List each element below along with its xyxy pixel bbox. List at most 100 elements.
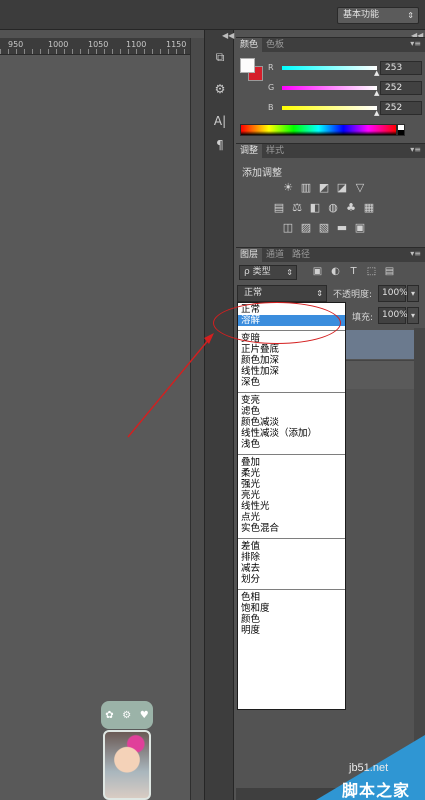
properties-icon[interactable]: ⚙ <box>211 80 229 98</box>
ruler-tick: 1100 <box>126 40 147 49</box>
blend-mode-item[interactable]: 线性光 <box>238 501 345 512</box>
blend-mode-item[interactable]: 颜色 <box>238 614 345 625</box>
blend-mode-item[interactable]: 点光 <box>238 512 345 523</box>
canvas-scrollbar[interactable] <box>190 38 204 800</box>
ruler-tick: 1050 <box>88 40 109 49</box>
blend-mode-item[interactable]: 明度 <box>238 625 345 636</box>
collapse-dock-arrow-icon[interactable]: ◀◀ <box>222 31 234 40</box>
workspace-label: 基本功能 <box>343 10 380 20</box>
color-spectrum[interactable] <box>240 124 397 136</box>
blend-mode-item[interactable]: 排除 <box>238 552 345 563</box>
blend-mode-value: 正常 <box>244 288 263 298</box>
blue-value-field[interactable]: 252 <box>380 101 422 115</box>
document-canvas[interactable] <box>0 55 190 800</box>
tab-paths[interactable]: 路径 <box>288 248 314 262</box>
layers-scrollbar[interactable] <box>414 328 425 788</box>
blend-mode-item[interactable]: 差值 <box>238 541 345 552</box>
shirt-icon[interactable]: ✿ <box>105 710 113 721</box>
history-icon[interactable]: ⧉ <box>211 48 229 66</box>
blend-mode-item[interactable]: 实色混合 <box>238 523 345 534</box>
heart-icon[interactable]: ♥ <box>140 710 149 721</box>
hue-saturation-icon[interactable]: ▤ <box>272 200 287 215</box>
paragraph-icon[interactable]: ¶ <box>211 136 229 154</box>
panel-menu-icon[interactable]: ▾≡ <box>410 249 421 258</box>
exposure-icon[interactable]: ◪ <box>335 180 350 195</box>
fill-field[interactable]: 100% <box>378 307 408 324</box>
gear-icon[interactable]: ⚙ <box>122 710 131 721</box>
blend-mode-item[interactable]: 柔光 <box>238 468 345 479</box>
fill-dropdown-icon[interactable]: ▾ <box>407 307 419 324</box>
green-slider[interactable] <box>282 86 377 90</box>
tab-adjustments[interactable]: 调整 <box>236 144 263 158</box>
threshold-icon[interactable]: ▧ <box>317 220 332 235</box>
opacity-dropdown-icon[interactable]: ▾ <box>407 285 419 302</box>
opacity-label: 不透明度: <box>333 290 373 300</box>
character-icon[interactable]: A| <box>211 112 229 130</box>
panel-menu-icon[interactable]: ▾≡ <box>410 39 421 48</box>
invert-icon[interactable]: ◫ <box>281 220 296 235</box>
gradient-map-icon[interactable]: ▬ <box>335 220 350 235</box>
layer-row-selected[interactable] <box>346 330 414 359</box>
slider-knob-icon[interactable]: ▲ <box>374 109 379 117</box>
slider-knob-icon[interactable]: ▲ <box>374 89 379 97</box>
type-filter-icon[interactable]: T <box>347 265 360 279</box>
blend-mode-item[interactable]: 滤色 <box>238 406 345 417</box>
posterize-icon[interactable]: ▨ <box>299 220 314 235</box>
blue-channel-row: B ▲ 252 <box>268 101 422 117</box>
collapsed-panel-dock: ⧉ ⚙ A| ¶ <box>204 30 234 800</box>
layer-kind-select[interactable]: ρ 类型 ⇕ <box>239 265 297 280</box>
black-white-ramp[interactable] <box>397 124 405 136</box>
blend-mode-item[interactable]: 正片叠底 <box>238 344 345 355</box>
color-lookup-icon[interactable]: ▦ <box>362 200 377 215</box>
blend-mode-item[interactable]: 颜色减淡 <box>238 417 345 428</box>
green-value-field[interactable]: 252 <box>380 81 422 95</box>
adjustment-filter-icon[interactable]: ◐ <box>329 265 342 279</box>
workspace-select[interactable]: 基本功能 ⇕ <box>337 7 419 24</box>
blend-mode-item[interactable]: 亮光 <box>238 490 345 501</box>
opacity-field[interactable]: 100% <box>378 285 408 302</box>
pixel-filter-icon[interactable]: ▣ <box>311 265 324 279</box>
blend-mode-item[interactable]: 叠加 <box>238 457 345 468</box>
blend-mode-item[interactable]: 深色 <box>238 377 345 388</box>
slider-knob-icon[interactable]: ▲ <box>374 69 379 77</box>
blend-mode-item[interactable]: 线性减淡（添加） <box>238 428 345 439</box>
tab-styles[interactable]: 样式 <box>262 144 288 158</box>
tab-layers[interactable]: 图层 <box>236 248 263 262</box>
blend-mode-item[interactable]: 线性加深 <box>238 366 345 377</box>
horizontal-ruler: 950 1000 1050 1100 1150 <box>0 38 190 55</box>
tab-channels[interactable]: 通道 <box>262 248 288 262</box>
watermark-url: jb51.net <box>349 762 389 774</box>
tab-swatches[interactable]: 色板 <box>262 38 288 52</box>
smart-object-filter-icon[interactable]: ▤ <box>383 265 396 279</box>
vibrance-icon[interactable]: ▽ <box>353 180 368 195</box>
panel-menu-icon[interactable]: ▾≡ <box>410 145 421 154</box>
blend-mode-item[interactable]: 减去 <box>238 563 345 574</box>
blend-mode-select[interactable]: 正常 ⇕ <box>237 285 327 302</box>
foreground-color-swatch[interactable] <box>240 58 255 73</box>
red-channel-row: R ▲ 253 <box>268 61 422 77</box>
floating-widget[interactable]: ✿ ⚙ ♥ <box>101 701 153 800</box>
layer-row[interactable] <box>346 360 414 389</box>
black-white-icon[interactable]: ◧ <box>308 200 323 215</box>
photo-filter-icon[interactable]: ◍ <box>326 200 341 215</box>
updown-arrow-icon: ⇕ <box>286 268 293 277</box>
blend-mode-item[interactable]: 饱和度 <box>238 603 345 614</box>
tab-color[interactable]: 颜色 <box>236 38 263 52</box>
blend-mode-item[interactable]: 浅色 <box>238 439 345 450</box>
color-balance-icon[interactable]: ⚖ <box>290 200 305 215</box>
curves-icon[interactable]: ◩ <box>317 180 332 195</box>
blue-slider[interactable] <box>282 106 377 110</box>
blend-mode-item[interactable]: 颜色加深 <box>238 355 345 366</box>
brightness-icon[interactable]: ☀ <box>281 180 296 195</box>
shape-filter-icon[interactable]: ⬚ <box>365 265 378 279</box>
blend-mode-item[interactable]: 变亮 <box>238 395 345 406</box>
levels-icon[interactable]: ▥ <box>299 180 314 195</box>
channel-mixer-icon[interactable]: ♣ <box>344 200 359 215</box>
blend-mode-item[interactable]: 划分 <box>238 574 345 585</box>
blend-mode-item[interactable]: 色相 <box>238 592 345 603</box>
red-value-field[interactable]: 253 <box>380 61 422 75</box>
blend-mode-item[interactable]: 强光 <box>238 479 345 490</box>
red-slider[interactable] <box>282 66 377 70</box>
selective-color-icon[interactable]: ▣ <box>353 220 368 235</box>
fill-label: 填充: <box>352 313 374 323</box>
